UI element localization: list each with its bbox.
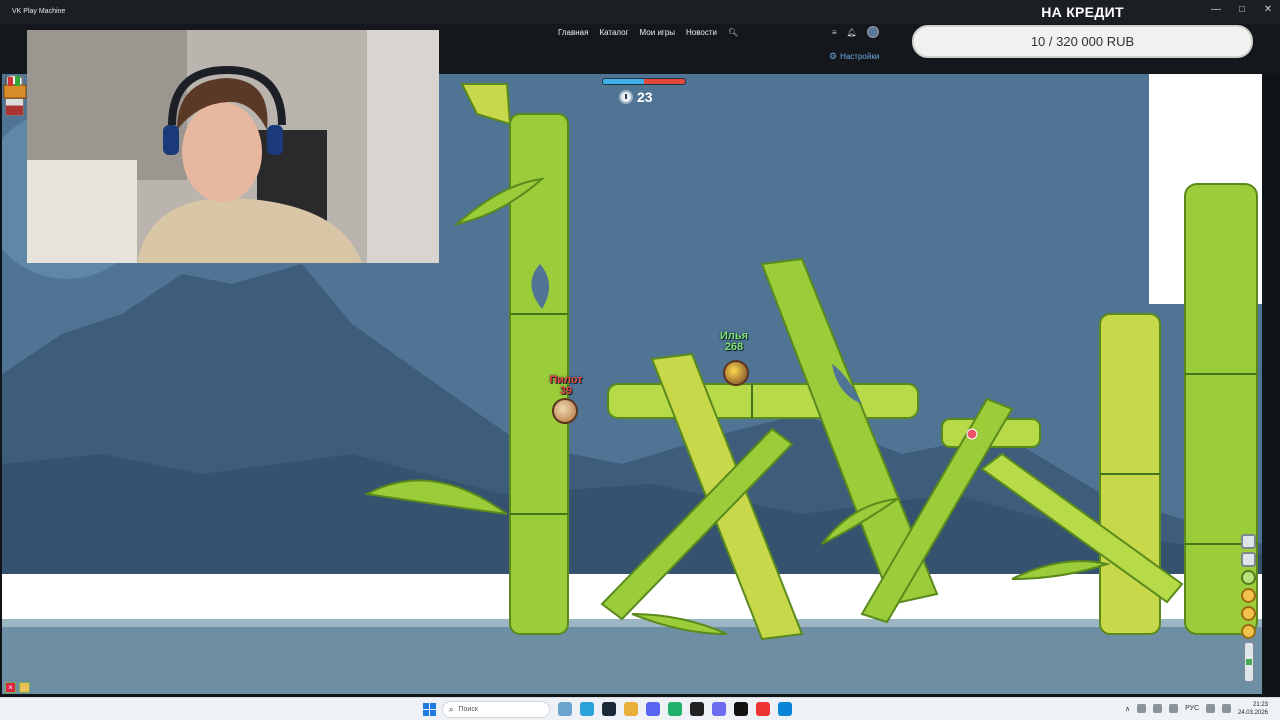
keyboard-language[interactable]: РУС	[1185, 705, 1199, 712]
app-icon[interactable]	[712, 702, 726, 716]
system-tray: ∧ РУС	[1125, 704, 1232, 713]
nav-news[interactable]: Новости	[686, 28, 717, 42]
search-icon[interactable]: 🔍︎	[728, 28, 738, 42]
epic-games-icon[interactable]	[690, 702, 704, 716]
taskbar: ⌕ Поиск ∧ РУС 21:23 24.03.2026	[0, 697, 1280, 720]
close-button[interactable]: ✕	[1262, 4, 1274, 15]
clock-icon	[619, 90, 633, 104]
window-controls: — □ ✕	[1210, 4, 1274, 15]
app-icon[interactable]	[756, 702, 770, 716]
taskbar-search-placeholder: Поиск	[458, 706, 478, 713]
search-icon: ⌕	[449, 704, 454, 714]
avatar[interactable]	[866, 26, 879, 38]
webcam-overlay	[27, 30, 439, 263]
worm-ally[interactable]	[723, 360, 749, 386]
chat-icon[interactable]	[19, 682, 30, 693]
camera-icon[interactable]	[1241, 534, 1256, 549]
gear-icon: ⚙	[829, 51, 838, 61]
nav-home[interactable]: Главная	[558, 28, 588, 42]
nav-my-games[interactable]: Мои игры	[640, 28, 675, 42]
bottom-left-controls: ×	[5, 682, 30, 693]
replay-icon[interactable]	[1241, 552, 1256, 567]
credit-goal-title: НА КРЕДИТ	[1041, 4, 1124, 20]
edge-icon[interactable]	[778, 702, 792, 716]
center-icon[interactable]	[1241, 624, 1256, 639]
tray-icon[interactable]	[1169, 704, 1179, 713]
minimize-button[interactable]: —	[1210, 4, 1222, 15]
main-nav: Главная Каталог Мои игры Новости 🔍︎	[558, 28, 738, 42]
database-icon[interactable]: ≡	[832, 28, 837, 37]
telegram-icon[interactable]	[580, 702, 594, 716]
windows-start-icon[interactable]	[423, 703, 436, 716]
minus-icon[interactable]	[1241, 588, 1256, 603]
steam-icon[interactable]	[602, 702, 616, 716]
tray-icon[interactable]	[1137, 704, 1147, 713]
worm-hp: 268	[724, 341, 744, 353]
chrome-icon[interactable]	[624, 702, 638, 716]
nav-catalog[interactable]: Каталог	[599, 28, 628, 42]
team-health-bar	[602, 78, 686, 85]
app-icon[interactable]	[668, 702, 682, 716]
task-view-icon[interactable]	[558, 702, 572, 716]
discord-icon[interactable]	[646, 702, 660, 716]
header-icons: ≡ 🔔︎	[832, 26, 879, 38]
clock-time: 21:23	[1252, 702, 1268, 708]
zoom-slider[interactable]	[1244, 642, 1254, 682]
wifi-icon[interactable]	[1206, 704, 1216, 713]
tray-icon[interactable]	[1153, 704, 1163, 713]
plus-icon[interactable]	[1241, 606, 1256, 621]
help-icon[interactable]	[1241, 570, 1256, 585]
settings-link[interactable]: ⚙ Настройки	[829, 51, 879, 62]
credit-progress-bar: 10 / 320 000 RUB	[912, 25, 1253, 58]
screen: VK Play Machine — □ ✕ НА КРЕДИТ Главная …	[0, 0, 1280, 720]
worm-hp: 39	[559, 385, 573, 397]
turn-time: 23	[619, 89, 686, 105]
game-tools	[1241, 534, 1256, 682]
maximize-button[interactable]: □	[1236, 4, 1248, 15]
volume-icon[interactable]	[1222, 704, 1232, 713]
taskbar-apps	[558, 702, 792, 716]
worm-label-ally: Илья 268	[712, 330, 756, 353]
water	[2, 619, 1262, 694]
clock-date: 24.03.2026	[1237, 710, 1268, 716]
settings-label: Настройки	[840, 52, 880, 61]
taskbar-search[interactable]: ⌕ Поиск	[442, 701, 550, 718]
target-crosshair	[966, 428, 978, 440]
window-titlebar: VK Play Machine — □ ✕ НА КРЕДИТ	[0, 0, 1280, 24]
obs-icon[interactable]	[734, 702, 748, 716]
turn-timer: 23	[602, 78, 686, 105]
taskbar-clock[interactable]: 21:23 24.03.2026	[1238, 701, 1268, 717]
window-title: VK Play Machine	[12, 8, 66, 15]
weapons-box-icon[interactable]	[2, 74, 28, 100]
tray-chevron-icon[interactable]: ∧	[1125, 705, 1130, 713]
bell-icon[interactable]: 🔔︎	[847, 28, 857, 37]
worm-enemy[interactable]	[552, 398, 578, 424]
close-game-icon[interactable]: ×	[5, 682, 16, 693]
bamboo-horizontal	[607, 383, 919, 419]
worm-label-enemy: Пилот 39	[543, 374, 589, 397]
thumbnail-toolbox[interactable]	[5, 98, 24, 116]
turn-time-value: 23	[637, 89, 653, 105]
water-surface	[2, 619, 1262, 627]
